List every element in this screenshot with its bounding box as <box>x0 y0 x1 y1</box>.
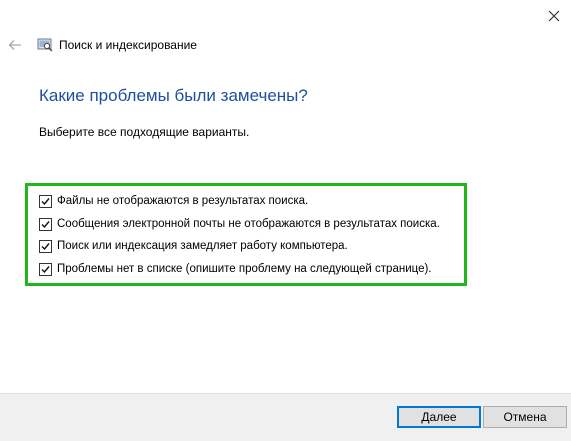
option-label: Сообщения электронной почты не отображаю… <box>57 218 440 230</box>
back-arrow-icon <box>8 40 21 50</box>
close-button[interactable] <box>540 2 568 30</box>
checkmark-icon <box>41 220 50 228</box>
checkbox[interactable] <box>39 217 52 231</box>
checkbox[interactable] <box>39 194 52 208</box>
cancel-button[interactable]: Отмена <box>483 406 567 428</box>
instruction-text: Выберите все подходящие варианты. <box>39 125 250 139</box>
back-button[interactable] <box>4 34 26 56</box>
checkmark-icon <box>41 265 50 273</box>
checkbox[interactable] <box>39 262 52 276</box>
search-indexing-icon <box>37 38 53 52</box>
next-button[interactable]: Далее <box>397 406 481 428</box>
checkmark-icon <box>41 242 50 250</box>
option-files-not-shown[interactable]: Файлы не отображаются в результатах поис… <box>39 193 308 209</box>
option-label: Файлы не отображаются в результатах поис… <box>57 195 309 207</box>
window-title: Поиск и индексирование <box>59 38 197 52</box>
option-not-listed[interactable]: Проблемы нет в списке (опишите проблему … <box>39 261 432 277</box>
next-mnemonic: Д <box>421 410 430 424</box>
option-slow-computer[interactable]: Поиск или индексация замедляет работу ко… <box>39 238 348 254</box>
checkbox[interactable] <box>39 239 52 253</box>
option-label: Проблемы нет в списке (опишите проблему … <box>57 263 432 275</box>
checkmark-icon <box>41 197 50 205</box>
option-label: Поиск или индексация замедляет работу ко… <box>57 240 348 252</box>
page-heading: Какие проблемы были замечены? <box>39 86 308 105</box>
option-email-not-shown[interactable]: Сообщения электронной почты не отображаю… <box>39 216 440 232</box>
next-label: алее <box>429 410 457 424</box>
close-icon <box>548 10 560 22</box>
